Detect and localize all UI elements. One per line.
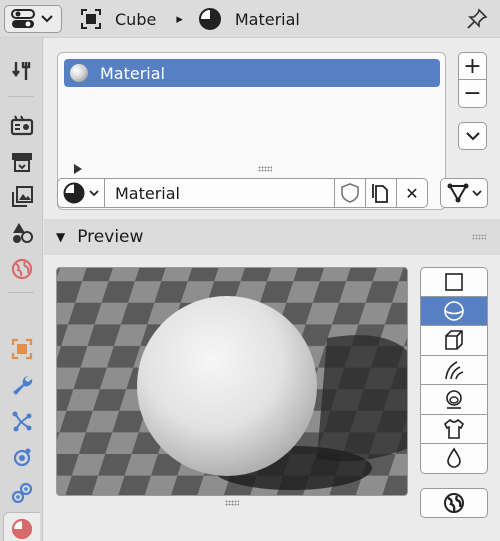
chevron-down-icon [471, 189, 482, 196]
output-icon [11, 153, 32, 172]
minus-icon: − [463, 81, 482, 106]
preview-monkey-button[interactable] [420, 385, 488, 415]
tab-object[interactable] [3, 332, 40, 366]
pin-icon[interactable] [466, 8, 488, 30]
view-layer-icon [11, 186, 33, 207]
particles-icon [12, 411, 31, 432]
preview-panel-header[interactable]: ▼ Preview [44, 219, 500, 255]
tab-particles[interactable] [3, 404, 40, 438]
render-icon [10, 115, 33, 136]
breadcrumb-material-name: Material [234, 9, 300, 29]
panel-title: Preview [77, 227, 144, 247]
list-item[interactable]: Material [64, 59, 440, 87]
duplicate-icon [372, 184, 388, 203]
material-datablock-row: Material ✕ [57, 178, 429, 208]
list-resize-grip[interactable] [258, 166, 272, 172]
mesh-data-icon [447, 183, 468, 203]
chevron-down-icon [89, 189, 99, 196]
tab-material[interactable] [3, 512, 40, 541]
wrench-icon [12, 375, 32, 395]
preview-world-button[interactable] [420, 488, 488, 518]
tab-physics[interactable] [3, 440, 40, 474]
material-icon [198, 8, 221, 30]
breadcrumb-object-name: Cube [115, 9, 157, 29]
physics-icon [13, 448, 30, 467]
preview-image [57, 268, 407, 495]
tab-constraints[interactable] [3, 476, 40, 510]
scene-icon [12, 223, 33, 243]
link-type-dropdown[interactable] [440, 178, 488, 208]
tab-separator [8, 96, 34, 97]
world-icon [11, 258, 32, 280]
preview-hair-button[interactable] [420, 355, 488, 385]
collapse-arrow-icon: ▼ [56, 230, 66, 244]
expand-arrow-icon[interactable] [74, 164, 82, 174]
tab-view-layer[interactable] [3, 180, 40, 214]
cube-icon [445, 330, 463, 351]
plane-icon [445, 272, 463, 291]
shield-icon [341, 183, 359, 203]
close-icon: ✕ [405, 183, 419, 203]
material-icon [63, 182, 85, 204]
constraint-icon [11, 482, 32, 504]
tab-output[interactable] [3, 144, 40, 178]
material-preview-icon [70, 64, 88, 82]
plus-icon: + [463, 53, 482, 79]
preview-resize-grip[interactable] [225, 500, 239, 506]
preview-fluid-button[interactable] [420, 444, 488, 474]
add-slot-button[interactable]: + [458, 52, 487, 80]
tab-modifiers[interactable] [3, 368, 40, 402]
preview-type-buttons [420, 267, 488, 474]
shirt-icon [443, 418, 465, 439]
object-icon [81, 9, 101, 29]
preview-cloth-button[interactable] [420, 414, 488, 444]
object-icon [11, 338, 32, 360]
tool-icon [11, 62, 30, 80]
preview-flat-button[interactable] [420, 267, 488, 297]
monkey-icon [446, 390, 462, 410]
remove-slot-button[interactable]: − [458, 80, 487, 108]
property-tabs [0, 38, 43, 541]
slot-specials-button[interactable] [458, 122, 487, 150]
material-preview-render [56, 267, 408, 496]
properties-header: Cube ▸ Material [0, 0, 500, 38]
preview-cube-button[interactable] [420, 326, 488, 356]
chevron-down-icon [41, 15, 53, 23]
tab-separator [8, 292, 34, 293]
fake-user-button[interactable] [335, 178, 366, 208]
material-name-field[interactable]: Material [105, 178, 335, 208]
preview-sphere-button[interactable] [420, 296, 488, 326]
tab-scene[interactable] [3, 216, 40, 250]
breadcrumb: Cube ▸ Material [80, 0, 300, 38]
properties-editor-icon [11, 9, 35, 28]
unlink-material-button[interactable]: ✕ [397, 178, 428, 208]
hair-icon [445, 361, 464, 379]
material-properties: Material + − Material ✕ ▼ Preview [44, 38, 500, 541]
tab-tool[interactable] [3, 54, 40, 88]
browse-material-button[interactable] [57, 178, 105, 208]
slot-label: Material [100, 63, 165, 83]
tab-render[interactable] [3, 108, 40, 142]
editor-type-dropdown[interactable] [4, 5, 62, 33]
drop-icon [447, 447, 461, 469]
tab-world[interactable] [3, 252, 40, 286]
material-icon [11, 518, 33, 540]
breadcrumb-separator: ▸ [176, 11, 183, 27]
chevron-down-icon [465, 131, 480, 140]
sphere-icon [444, 300, 464, 321]
panel-drag-grip[interactable] [472, 234, 486, 240]
material-name-text: Material [115, 183, 180, 203]
new-material-button[interactable] [366, 178, 397, 208]
world-icon [444, 493, 464, 513]
